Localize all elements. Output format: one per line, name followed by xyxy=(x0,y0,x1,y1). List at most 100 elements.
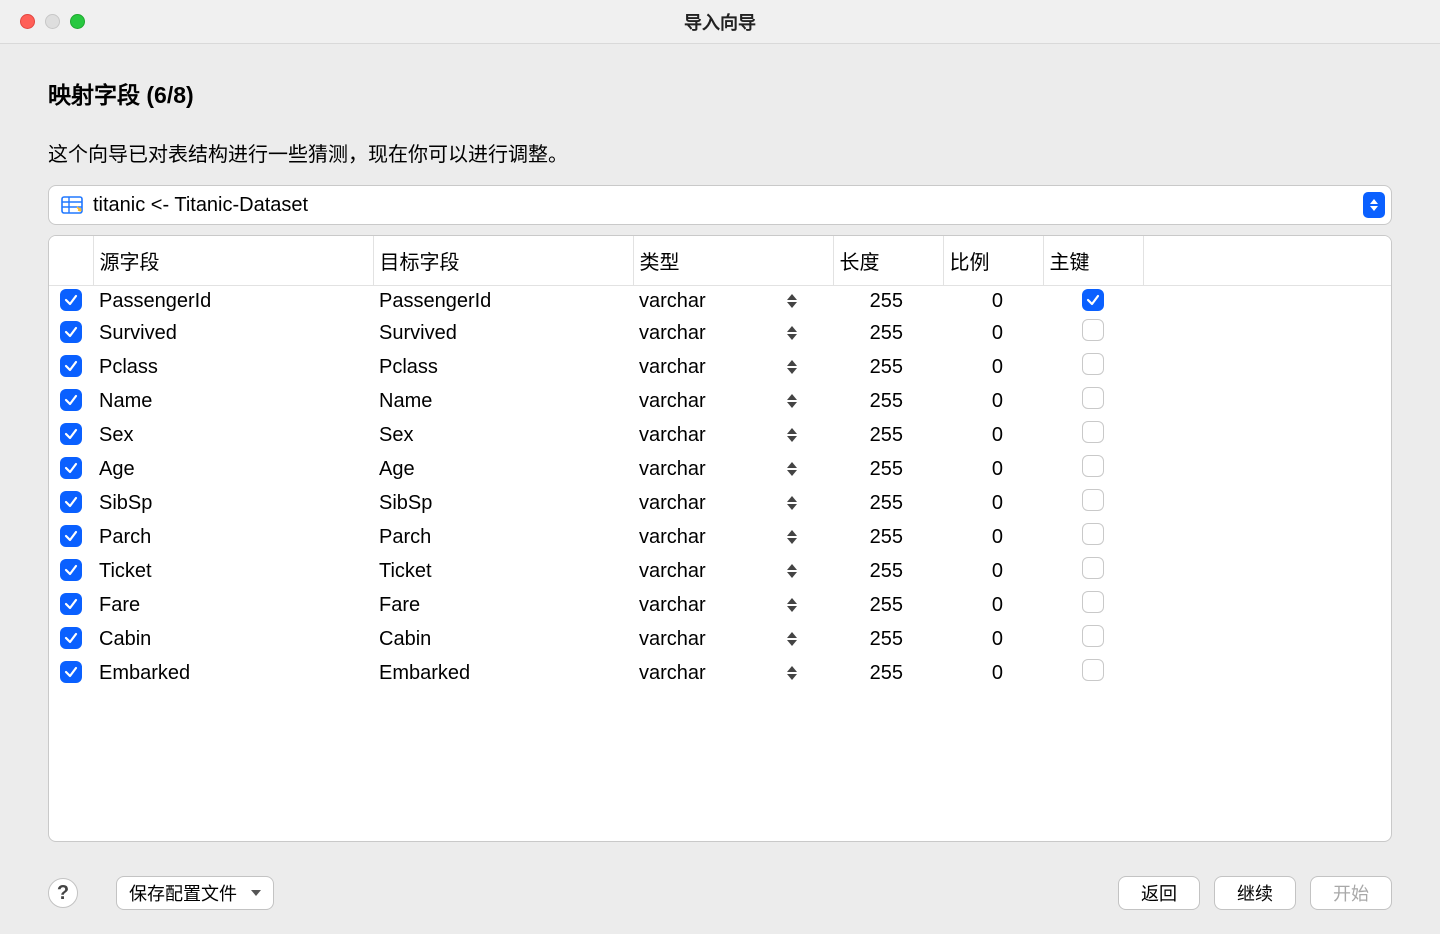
target-field-cell[interactable]: Age xyxy=(373,452,633,486)
continue-button[interactable]: 继续 xyxy=(1214,876,1296,910)
type-cell[interactable]: varchar xyxy=(639,560,827,583)
col-header-include[interactable] xyxy=(49,236,93,286)
target-field-cell[interactable]: Embarked xyxy=(373,656,633,690)
length-cell[interactable]: 255 xyxy=(833,554,943,588)
scale-cell[interactable]: 0 xyxy=(943,588,1043,622)
include-checkbox[interactable] xyxy=(60,321,82,343)
type-cell[interactable]: varchar xyxy=(639,290,827,313)
target-field-cell[interactable]: Survived xyxy=(373,316,633,350)
source-field-cell[interactable]: Embarked xyxy=(93,656,373,690)
start-button[interactable]: 开始 xyxy=(1310,876,1392,910)
type-cell[interactable]: varchar xyxy=(639,356,827,379)
primary-key-checkbox[interactable] xyxy=(1082,387,1104,409)
type-stepper-icon[interactable] xyxy=(787,496,797,510)
type-stepper-icon[interactable] xyxy=(787,326,797,340)
target-field-cell[interactable]: Cabin xyxy=(373,622,633,656)
primary-key-checkbox[interactable] xyxy=(1082,625,1104,647)
updown-icon[interactable] xyxy=(1363,192,1385,218)
scale-cell[interactable]: 0 xyxy=(943,486,1043,520)
target-field-cell[interactable]: PassengerId xyxy=(373,286,633,317)
scale-cell[interactable]: 0 xyxy=(943,520,1043,554)
length-cell[interactable]: 255 xyxy=(833,286,943,317)
length-cell[interactable]: 255 xyxy=(833,350,943,384)
primary-key-checkbox[interactable] xyxy=(1082,489,1104,511)
target-field-cell[interactable]: Sex xyxy=(373,418,633,452)
length-cell[interactable]: 255 xyxy=(833,486,943,520)
save-profile-button[interactable]: 保存配置文件 xyxy=(116,876,274,910)
include-checkbox[interactable] xyxy=(60,525,82,547)
scale-cell[interactable]: 0 xyxy=(943,656,1043,690)
scale-cell[interactable]: 0 xyxy=(943,286,1043,317)
target-field-cell[interactable]: Ticket xyxy=(373,554,633,588)
source-field-cell[interactable]: Sex xyxy=(93,418,373,452)
type-cell[interactable]: varchar xyxy=(639,424,827,447)
scale-cell[interactable]: 0 xyxy=(943,554,1043,588)
source-field-cell[interactable]: Ticket xyxy=(93,554,373,588)
include-checkbox[interactable] xyxy=(60,627,82,649)
primary-key-checkbox[interactable] xyxy=(1082,421,1104,443)
type-stepper-icon[interactable] xyxy=(787,564,797,578)
include-checkbox[interactable] xyxy=(60,389,82,411)
source-field-cell[interactable]: Age xyxy=(93,452,373,486)
primary-key-checkbox[interactable] xyxy=(1082,319,1104,341)
include-checkbox[interactable] xyxy=(60,457,82,479)
type-cell[interactable]: varchar xyxy=(639,662,827,685)
type-stepper-icon[interactable] xyxy=(787,428,797,442)
type-stepper-icon[interactable] xyxy=(787,632,797,646)
col-header-primary[interactable]: 主键 xyxy=(1043,236,1143,286)
scale-cell[interactable]: 0 xyxy=(943,316,1043,350)
type-cell[interactable]: varchar xyxy=(639,458,827,481)
length-cell[interactable]: 255 xyxy=(833,656,943,690)
close-window-button[interactable] xyxy=(20,14,35,29)
col-header-target[interactable]: 目标字段 xyxy=(373,236,633,286)
col-header-type[interactable]: 类型 xyxy=(633,236,833,286)
col-header-scale[interactable]: 比例 xyxy=(943,236,1043,286)
type-cell[interactable]: varchar xyxy=(639,594,827,617)
length-cell[interactable]: 255 xyxy=(833,452,943,486)
source-field-cell[interactable]: Cabin xyxy=(93,622,373,656)
type-stepper-icon[interactable] xyxy=(787,530,797,544)
back-button[interactable]: 返回 xyxy=(1118,876,1200,910)
type-stepper-icon[interactable] xyxy=(787,294,797,308)
type-stepper-icon[interactable] xyxy=(787,394,797,408)
table-mapping-dropdown[interactable]: titanic <- Titanic-Dataset xyxy=(48,185,1392,225)
minimize-window-button[interactable] xyxy=(45,14,60,29)
primary-key-checkbox[interactable] xyxy=(1082,455,1104,477)
col-header-length[interactable]: 长度 xyxy=(833,236,943,286)
help-button[interactable]: ? xyxy=(48,878,78,908)
length-cell[interactable]: 255 xyxy=(833,418,943,452)
include-checkbox[interactable] xyxy=(60,355,82,377)
type-cell[interactable]: varchar xyxy=(639,628,827,651)
source-field-cell[interactable]: Parch xyxy=(93,520,373,554)
type-cell[interactable]: varchar xyxy=(639,322,827,345)
type-stepper-icon[interactable] xyxy=(787,598,797,612)
source-field-cell[interactable]: Pclass xyxy=(93,350,373,384)
type-stepper-icon[interactable] xyxy=(787,360,797,374)
include-checkbox[interactable] xyxy=(60,423,82,445)
source-field-cell[interactable]: Name xyxy=(93,384,373,418)
include-checkbox[interactable] xyxy=(60,559,82,581)
primary-key-checkbox[interactable] xyxy=(1082,557,1104,579)
scale-cell[interactable]: 0 xyxy=(943,350,1043,384)
scale-cell[interactable]: 0 xyxy=(943,452,1043,486)
type-cell[interactable]: varchar xyxy=(639,492,827,515)
include-checkbox[interactable] xyxy=(60,491,82,513)
primary-key-checkbox[interactable] xyxy=(1082,353,1104,375)
target-field-cell[interactable]: Parch xyxy=(373,520,633,554)
length-cell[interactable]: 255 xyxy=(833,520,943,554)
scale-cell[interactable]: 0 xyxy=(943,384,1043,418)
target-field-cell[interactable]: SibSp xyxy=(373,486,633,520)
type-stepper-icon[interactable] xyxy=(787,462,797,476)
target-field-cell[interactable]: Name xyxy=(373,384,633,418)
primary-key-checkbox[interactable] xyxy=(1082,523,1104,545)
source-field-cell[interactable]: PassengerId xyxy=(93,286,373,317)
length-cell[interactable]: 255 xyxy=(833,622,943,656)
target-field-cell[interactable]: Pclass xyxy=(373,350,633,384)
source-field-cell[interactable]: Fare xyxy=(93,588,373,622)
type-stepper-icon[interactable] xyxy=(787,666,797,680)
include-checkbox[interactable] xyxy=(60,661,82,683)
type-cell[interactable]: varchar xyxy=(639,390,827,413)
length-cell[interactable]: 255 xyxy=(833,588,943,622)
length-cell[interactable]: 255 xyxy=(833,384,943,418)
include-checkbox[interactable] xyxy=(60,289,82,311)
